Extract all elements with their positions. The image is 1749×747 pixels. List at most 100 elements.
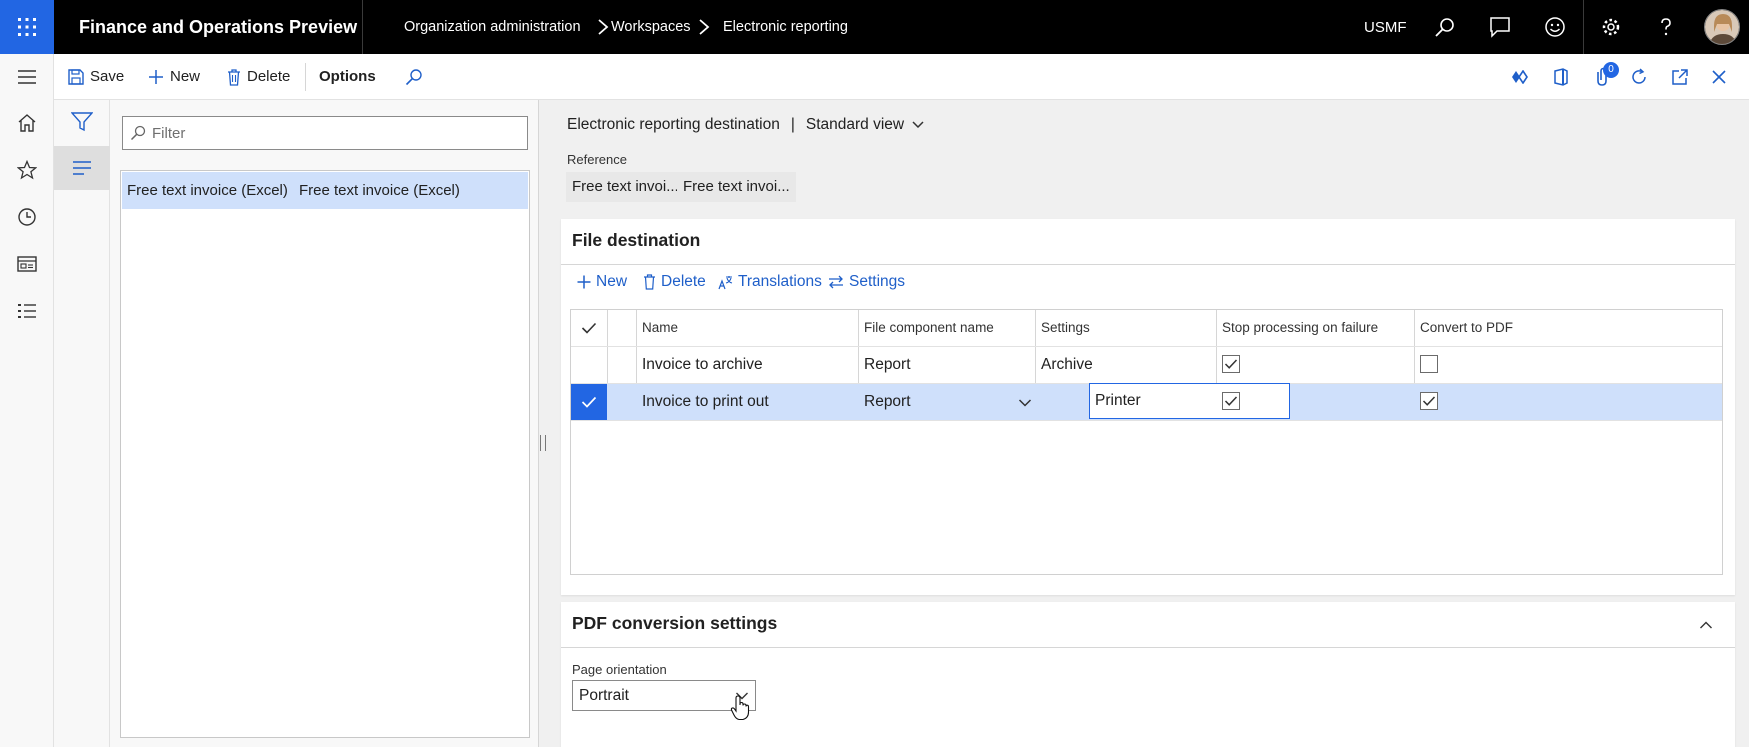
filter-icon[interactable] [71, 112, 93, 132]
header-separator: | [790, 116, 795, 133]
hamburger-icon[interactable] [15, 65, 39, 89]
convert-pdf-checkbox[interactable] [1420, 355, 1438, 373]
close-icon[interactable] [1707, 65, 1731, 89]
delete-button[interactable]: Delete [227, 54, 290, 100]
refresh-icon[interactable] [1627, 65, 1651, 89]
column-header-name[interactable]: Name [637, 310, 859, 346]
view-selector[interactable]: Standard view [806, 116, 904, 134]
office-icon[interactable] [1549, 65, 1573, 89]
select-all-checkbox[interactable] [571, 310, 607, 346]
filter-column [54, 100, 110, 747]
translations-icon [718, 275, 733, 289]
hand-cursor-icon [730, 695, 750, 721]
record-list: Free text invoice (Excel) Free text invo… [120, 170, 530, 738]
cell-file-component[interactable]: Report [859, 347, 1036, 383]
page-orientation-value: Portrait [579, 687, 629, 704]
divider [362, 0, 363, 54]
save-label: Save [90, 68, 125, 85]
section-title[interactable]: PDF conversion settings [572, 613, 777, 634]
chevron-down-icon[interactable] [911, 120, 925, 130]
diamond-icon[interactable] [1508, 65, 1532, 89]
home-icon[interactable] [15, 111, 39, 135]
gear-icon[interactable] [1599, 15, 1623, 39]
column-header-settings[interactable]: Settings [1036, 310, 1217, 346]
stop-processing-checkbox[interactable] [1222, 355, 1240, 373]
new-button[interactable]: New [148, 54, 200, 100]
breadcrumb-item[interactable]: Organization administration [404, 0, 581, 54]
smiley-icon[interactable] [1543, 15, 1567, 39]
reference-value[interactable]: Free text invoi... [566, 172, 685, 202]
action-search-button[interactable] [405, 54, 423, 100]
list-item-col1: Free text invoice (Excel) [127, 182, 288, 199]
section-title[interactable]: File destination [572, 230, 700, 251]
action-pane: Save New Delete Options [54, 54, 1749, 100]
list-item[interactable]: Free text invoice (Excel) Free text invo… [122, 172, 528, 209]
search-icon [130, 125, 146, 141]
chevron-up-icon[interactable] [1699, 620, 1713, 630]
options-label: Options [319, 68, 376, 85]
left-navigation [0, 54, 54, 747]
list-view-toggle[interactable] [54, 146, 110, 190]
workspace-icon[interactable] [15, 252, 39, 276]
page-orientation-select[interactable]: Portrait [572, 680, 756, 721]
popout-icon[interactable] [1668, 65, 1692, 89]
settings-arrows-icon [829, 275, 843, 289]
divider [1583, 0, 1584, 54]
cell-settings[interactable]: Archive [1036, 347, 1217, 383]
list-pane: Free text invoice (Excel) Free text invo… [110, 100, 538, 747]
table-row[interactable]: Invoice to archive Report Archive [571, 346, 1722, 383]
help-icon[interactable] [1654, 15, 1678, 39]
settings-button[interactable]: Settings [828, 269, 905, 295]
cell-name[interactable]: Invoice to print out [637, 384, 859, 420]
reference-value[interactable]: Free text invoi... [677, 172, 796, 202]
section-divider [561, 264, 1735, 265]
filter-field[interactable] [122, 116, 528, 150]
grid-delete-label: Delete [661, 273, 706, 290]
column-header-stop-processing[interactable]: Stop processing on failure [1217, 310, 1415, 346]
chevron-right-icon [699, 19, 710, 35]
convert-pdf-checkbox[interactable] [1420, 392, 1438, 410]
row-selector[interactable] [571, 384, 607, 420]
avatar[interactable] [1704, 9, 1740, 45]
checkmark-icon [581, 396, 597, 408]
translations-button[interactable]: Translations [718, 269, 822, 295]
chat-icon[interactable] [1488, 15, 1512, 39]
save-button[interactable]: Save [68, 54, 124, 100]
checkmark-icon [1224, 359, 1238, 369]
delete-label: Delete [247, 68, 291, 85]
list-item-col2: Free text invoice (Excel) [299, 182, 460, 199]
grid-new-button[interactable]: New [577, 269, 627, 295]
page-header: Electronic reporting destination | Stand… [567, 116, 925, 134]
filter-input[interactable] [152, 124, 512, 142]
options-tab[interactable]: Options [319, 54, 376, 100]
column-header-file-component[interactable]: File component name [859, 310, 1036, 346]
chevron-down-icon[interactable] [1018, 398, 1032, 408]
app-title[interactable]: Finance and Operations Preview [79, 0, 357, 54]
new-label: New [170, 68, 201, 85]
section-divider [561, 647, 1735, 648]
notification-badge: 0 [1603, 62, 1619, 78]
column-header-convert-pdf[interactable]: Convert to PDF [1415, 310, 1722, 346]
list-icon[interactable] [15, 299, 39, 323]
grid-delete-button[interactable]: Delete [643, 269, 706, 295]
list-lines-icon [73, 161, 91, 175]
waffle-icon[interactable] [0, 0, 54, 54]
breadcrumb-item[interactable]: Workspaces [611, 0, 691, 54]
cell-file-component[interactable]: Report [859, 384, 1036, 420]
translations-label: Translations [738, 273, 822, 290]
search-icon[interactable] [1433, 15, 1457, 39]
pane-splitter[interactable] [538, 100, 539, 747]
chevron-right-icon [598, 19, 609, 35]
breadcrumb-item[interactable]: Electronic reporting [723, 0, 848, 54]
table-row[interactable]: Invoice to print out Report Printer [571, 383, 1722, 420]
clock-icon[interactable] [15, 205, 39, 229]
cell-name[interactable]: Invoice to archive [637, 347, 859, 383]
divider [305, 63, 306, 91]
company-picker[interactable]: USMF [1364, 0, 1407, 54]
settings-input[interactable]: Printer [1089, 383, 1290, 419]
row-divider [571, 420, 1722, 421]
star-icon[interactable] [15, 158, 39, 182]
splitter-grip[interactable] [540, 435, 546, 451]
stop-processing-checkbox[interactable] [1222, 392, 1240, 410]
checkmark-icon [1224, 396, 1238, 406]
